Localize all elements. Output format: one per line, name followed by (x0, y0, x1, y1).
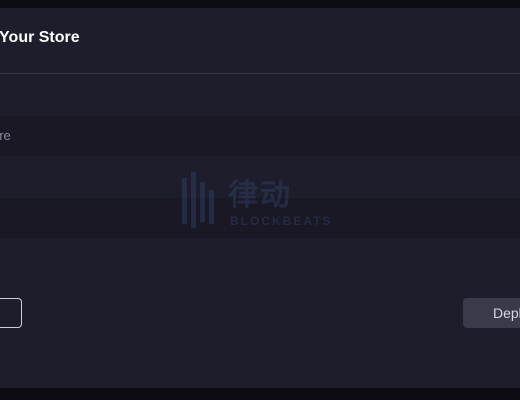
create-store-dialog: e Your Store ore 律动 BLOCKBEATS Depl (0, 8, 520, 388)
dialog-title: e Your Store (0, 29, 80, 46)
deploy-button[interactable]: Depl (463, 298, 520, 328)
dialog-header: e Your Store (0, 8, 520, 74)
blockbeats-watermark: 律动 BLOCKBEATS (178, 170, 348, 234)
deploy-button-label: Depl (493, 305, 520, 321)
form-row-store[interactable]: ore (0, 116, 520, 156)
blockbeats-logo-icon (182, 172, 214, 228)
watermark-cjk-text: 律动 (228, 179, 292, 212)
watermark-latin-text: BLOCKBEATS (230, 214, 333, 228)
cancel-button[interactable] (0, 298, 22, 328)
form-row-label: ore (0, 128, 11, 143)
form-row[interactable] (0, 74, 520, 116)
